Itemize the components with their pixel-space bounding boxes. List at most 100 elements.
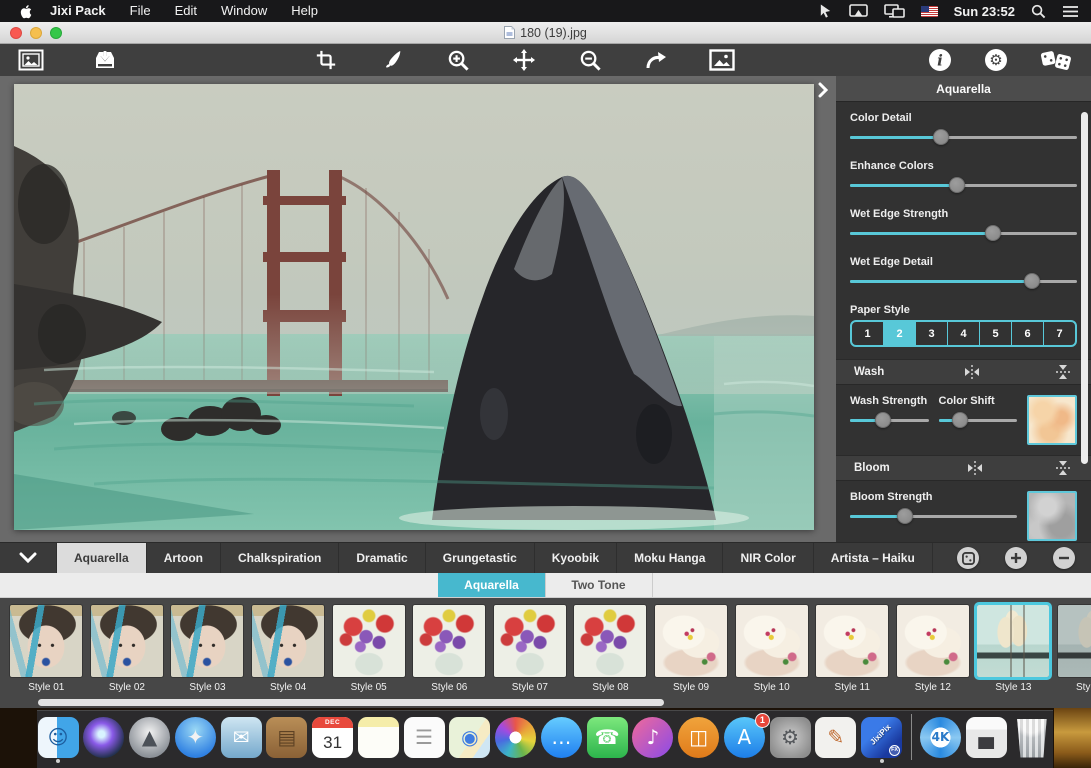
dock-item[interactable]: ☺: [37, 717, 79, 763]
effect-tab[interactable]: Arti: [933, 543, 947, 573]
style-preview-image[interactable]: [816, 605, 888, 677]
paper-style-option[interactable]: 5: [980, 322, 1012, 345]
maps-icon[interactable]: ◉: [449, 717, 490, 758]
style-preview-image[interactable]: [655, 605, 727, 677]
4k-video-downloader-icon[interactable]: 4K: [920, 717, 961, 758]
system-preferences-icon[interactable]: ⚙: [770, 717, 811, 758]
image-capture-icon[interactable]: ▄: [966, 717, 1007, 758]
slider-thumb[interactable]: [985, 225, 1001, 241]
zoom-in-button[interactable]: [445, 47, 471, 73]
color-shift-slider[interactable]: [939, 411, 1018, 429]
wet-edge-strength-slider[interactable]: [850, 224, 1077, 242]
dock-item[interactable]: ☎: [586, 717, 628, 763]
effect-tab[interactable]: Dramatic: [339, 543, 425, 573]
dock-item[interactable]: ▤: [266, 717, 308, 763]
effect-tab[interactable]: Chalkspiration: [221, 543, 339, 573]
effect-tab[interactable]: NIR Color: [723, 543, 813, 573]
paper-style-option[interactable]: 3: [916, 322, 948, 345]
dock-item[interactable]: ☰: [403, 717, 445, 763]
style-thumbnail[interactable]: Style 13: [973, 605, 1054, 693]
effect-tab[interactable]: Artoon: [147, 543, 221, 573]
image-view-button[interactable]: [18, 47, 44, 73]
randomize-dice-button[interactable]: [1039, 47, 1073, 73]
slider-thumb[interactable]: [949, 177, 965, 193]
apple-menu-icon[interactable]: [12, 4, 38, 19]
compare-original-button[interactable]: [709, 47, 735, 73]
style-preview-image[interactable]: [413, 605, 485, 677]
paper-style-option[interactable]: 7: [1044, 322, 1075, 345]
style-preview-image[interactable]: [333, 605, 405, 677]
style-thumbnail[interactable]: Style 11: [812, 605, 893, 693]
menu-item[interactable]: File: [118, 0, 163, 22]
panel-scrollbar[interactable]: [1081, 112, 1088, 464]
dock-item[interactable]: ▲: [128, 717, 170, 763]
preset-category-tab[interactable]: Aquarella: [438, 573, 546, 597]
ibooks-icon[interactable]: ◫: [678, 717, 719, 758]
dock-item[interactable]: [357, 717, 399, 763]
dock-item[interactable]: JixiPix FX: [860, 717, 902, 763]
collapse-tray-button[interactable]: [0, 543, 57, 573]
dock-item[interactable]: ▄: [965, 717, 1007, 763]
launchpad-icon[interactable]: ▲: [129, 717, 170, 758]
paper-style-option[interactable]: 4: [948, 322, 980, 345]
style-thumbnail[interactable]: Style 02: [87, 605, 168, 693]
dock-separator[interactable]: [911, 714, 912, 760]
wet-edge-detail-slider[interactable]: [850, 272, 1077, 290]
preset-category-tab[interactable]: Two Tone: [545, 573, 653, 597]
style-thumbnail[interactable]: Style 12: [893, 605, 974, 693]
style-preview-image[interactable]: [574, 605, 646, 677]
dock-item[interactable]: ✎: [815, 717, 857, 763]
style-thumbnail[interactable]: Style 14: [1054, 605, 1091, 693]
style-preview-image[interactable]: [897, 605, 969, 677]
style-preview-image[interactable]: [10, 605, 82, 677]
input-source-flag-icon[interactable]: [921, 6, 938, 17]
style-preview-image[interactable]: [494, 605, 566, 677]
menu-item[interactable]: Jixi Pack: [38, 0, 118, 22]
flip-vertical-icon[interactable]: [1053, 363, 1073, 381]
finder-icon[interactable]: ☺: [38, 717, 79, 758]
dock-item[interactable]: ◫: [677, 717, 719, 763]
effect-tab[interactable]: Artista – Haiku: [814, 543, 933, 573]
style-preview-image[interactable]: [252, 605, 324, 677]
spotlight-search-icon[interactable]: [1031, 4, 1046, 19]
reminders-icon[interactable]: ☰: [404, 717, 445, 758]
redo-button[interactable]: [643, 47, 669, 73]
style-thumbnail[interactable]: Style 09: [651, 605, 732, 693]
dock-item[interactable]: 4K: [919, 717, 961, 763]
style-thumbnail[interactable]: Style 10: [731, 605, 812, 693]
remove-preset-button[interactable]: [1053, 547, 1075, 569]
app-store-icon[interactable]: A 1: [724, 717, 765, 758]
flip-horizontal-icon[interactable]: [962, 363, 982, 381]
dock-item[interactable]: ⚙: [769, 717, 811, 763]
style-preview-image[interactable]: [977, 605, 1049, 677]
style-preview-image[interactable]: [91, 605, 163, 677]
calendar-icon[interactable]: DEC 31: [312, 717, 353, 758]
zoom-out-button[interactable]: [577, 47, 603, 73]
bloom-texture-swatch[interactable]: [1027, 491, 1077, 541]
style-thumbnail[interactable]: Style 08: [570, 605, 651, 693]
paper-style-option[interactable]: 1: [852, 322, 884, 345]
pencil-ruler-app-icon[interactable]: ✎: [815, 717, 856, 758]
dock-item[interactable]: ◉: [449, 717, 491, 763]
crop-button[interactable]: [313, 47, 339, 73]
window-title-bar[interactable]: 180 (19).jpg: [0, 22, 1091, 44]
itunes-icon[interactable]: ♪: [632, 717, 673, 758]
color-detail-slider[interactable]: [850, 128, 1077, 146]
slider-thumb[interactable]: [897, 508, 913, 524]
menu-item[interactable]: Edit: [163, 0, 209, 22]
effect-tab[interactable]: Aquarella: [57, 543, 147, 573]
slider-thumb[interactable]: [875, 412, 891, 428]
style-thumbnail[interactable]: Style 05: [328, 605, 409, 693]
flip-vertical-icon[interactable]: [1053, 459, 1073, 477]
style-preview-image[interactable]: [736, 605, 808, 677]
paper-style-option[interactable]: 6: [1012, 322, 1044, 345]
notes-icon[interactable]: [358, 717, 399, 758]
dock-item[interactable]: A 1: [723, 717, 765, 763]
expand-panel-button[interactable]: [814, 80, 832, 100]
dock-item[interactable]: [906, 714, 916, 765]
brush-button[interactable]: [379, 47, 405, 73]
jixipix-icon[interactable]: JixiPix FX: [861, 717, 902, 758]
menu-item[interactable]: Help: [279, 0, 330, 22]
menu-item[interactable]: Window: [209, 0, 279, 22]
menu-clock[interactable]: Sun 23:52: [954, 4, 1015, 19]
